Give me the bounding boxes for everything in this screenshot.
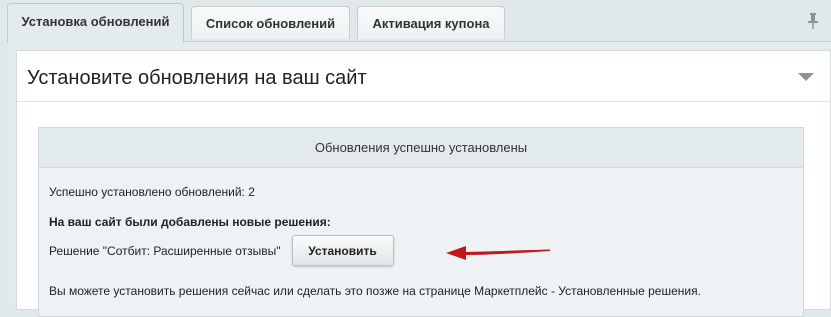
tab-updates-list[interactable]: Список обновлений <box>191 6 350 39</box>
solution-row: Решение "Сотбит: Расширенные отзывы" Уст… <box>49 235 394 266</box>
solution-text: Решение "Сотбит: Расширенные отзывы" <box>49 243 281 258</box>
divider <box>17 101 830 102</box>
install-button[interactable]: Установить <box>291 235 394 266</box>
chevron-down-icon[interactable] <box>798 73 814 81</box>
tab-install-updates[interactable]: Установка обновлений <box>7 3 184 43</box>
tab-panel: Установите обновления на ваш сайт Обновл… <box>7 41 831 317</box>
updates-card: Установите обновления на ваш сайт Обновл… <box>16 50 831 317</box>
tab-label: Установка обновлений <box>21 14 170 29</box>
note-text: Вы можете установить решения сейчас или … <box>49 284 701 298</box>
card-title: Установите обновления на ваш сайт <box>27 67 367 89</box>
success-notice: Обновления успешно установлены Успешно у… <box>38 127 804 317</box>
pin-icon[interactable] <box>805 12 821 30</box>
tab-label: Активация купона <box>372 15 490 31</box>
tab-coupon-activation[interactable]: Активация купона <box>357 6 505 39</box>
new-solutions-heading: На ваш сайт были добавлены новые решения… <box>49 215 331 229</box>
notice-header: Обновления успешно установлены <box>39 128 803 168</box>
installed-count-text: Успешно установлено обновлений: 2 <box>49 185 255 199</box>
tab-label: Список обновлений <box>205 15 336 31</box>
tab-bar: Установка обновлений Список обновлений А… <box>0 0 831 43</box>
arrow-left-icon <box>446 246 550 260</box>
